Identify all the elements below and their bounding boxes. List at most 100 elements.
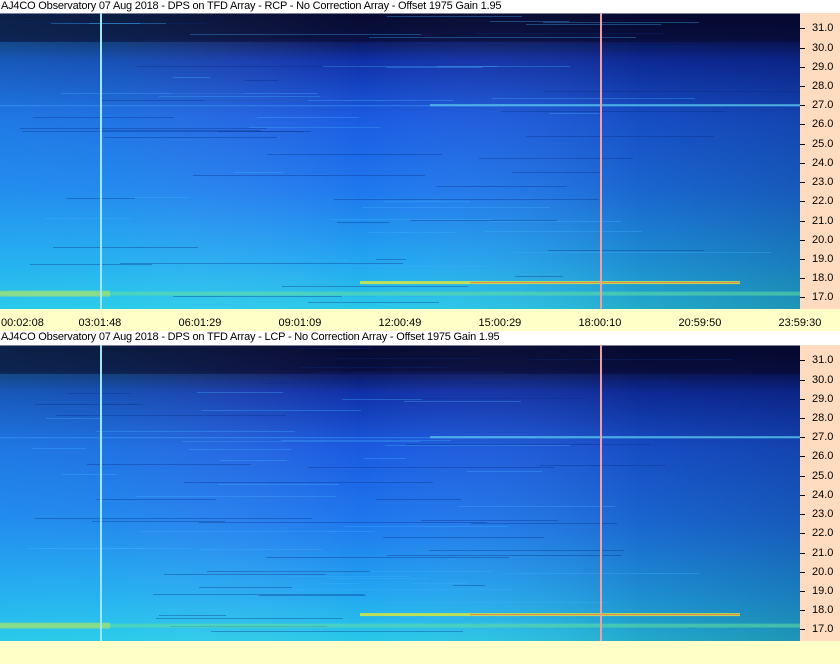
- interference-hotspot-early: [0, 622, 110, 629]
- noise-streak: [376, 499, 461, 500]
- noise-streak: [159, 615, 226, 616]
- noise-streak: [140, 531, 375, 532]
- y-tick: [800, 418, 805, 420]
- y-tick: [800, 239, 805, 241]
- noise-streak: [199, 522, 487, 523]
- noise-streak: [135, 496, 336, 497]
- noise-streak: [257, 117, 359, 118]
- y-tick: [800, 47, 805, 49]
- noise-streak: [544, 91, 800, 92]
- x-tick-label: 00:02:08: [1, 317, 44, 329]
- noise-streak: [263, 383, 509, 384]
- noise-streak: [362, 207, 550, 208]
- noise-streak: [218, 131, 303, 132]
- noise-streak: [404, 401, 521, 402]
- noise-streak: [182, 441, 420, 442]
- noise-streak: [526, 136, 714, 137]
- noise-streak: [484, 231, 642, 232]
- y-tick: [800, 533, 805, 535]
- noise-streak: [421, 520, 558, 521]
- noise-streak: [436, 186, 567, 187]
- y-tick: [800, 66, 805, 68]
- noise-streak: [104, 137, 277, 138]
- rcp-panel-title: AJ4CO Observatory 07 Aug 2018 - DPS on T…: [1, 0, 502, 12]
- interference-line-27mhz: [0, 105, 800, 107]
- y-tick-label: 20.0: [812, 233, 834, 246]
- y-tick: [800, 552, 805, 554]
- noise-streak: [300, 367, 450, 368]
- marker-line-cyan: [99, 345, 102, 641]
- noise-streak: [199, 549, 322, 550]
- noise-streak: [46, 418, 101, 419]
- noise-streak: [453, 585, 485, 586]
- interference-hotspot-early: [0, 290, 110, 297]
- noise-streak: [220, 460, 287, 461]
- noise-streak: [33, 117, 174, 118]
- noise-streak: [159, 96, 320, 97]
- interference-band-17-2mhz: [0, 623, 800, 628]
- noise-streak: [342, 399, 422, 400]
- rcp-frequency-axis: 31.0 30.0 29.0 28.0 27.0 26.0 25.0 24.0 23.0 22.0…: [800, 13, 840, 309]
- x-tick-label: 23:59:30: [778, 317, 822, 329]
- y-tick-label: 25.0: [812, 469, 834, 482]
- noise-streak: [96, 431, 295, 432]
- noise-streak: [501, 111, 726, 112]
- noise-streak: [173, 296, 342, 297]
- lcp-frequency-axis: 31.0 30.0 29.0 28.0 27.0 26.0 25.0 24.0 23.0 22.0…: [800, 345, 840, 641]
- y-tick: [800, 571, 805, 573]
- noise-streak: [429, 550, 624, 551]
- noise-streak: [20, 128, 267, 129]
- noise-streak: [343, 526, 508, 527]
- noise-streak: [56, 415, 286, 416]
- marker-line-pink: [600, 345, 603, 641]
- y-tick-label: 21.0: [812, 214, 834, 227]
- noise-streak: [35, 404, 143, 405]
- y-tick: [800, 398, 805, 400]
- noise-streak: [530, 359, 733, 360]
- noise-streak: [266, 557, 509, 558]
- noise-streak: [120, 263, 403, 264]
- noise-streak: [51, 23, 166, 24]
- marker-line-pink: [600, 13, 603, 309]
- noise-streak: [61, 93, 317, 94]
- noise-streak: [383, 537, 544, 538]
- y-tick: [800, 610, 805, 612]
- noise-streak: [531, 380, 668, 381]
- noise-streak: [385, 398, 583, 399]
- noise-streak: [543, 22, 699, 23]
- noise-streak: [35, 518, 312, 519]
- y-tick: [800, 162, 805, 164]
- noise-streak: [184, 482, 433, 483]
- y-tick-label: 20.0: [812, 565, 834, 578]
- noise-streak: [190, 34, 421, 35]
- noise-streak: [101, 100, 308, 101]
- noise-streak: [351, 266, 487, 267]
- noise-streak: [532, 46, 711, 47]
- y-tick: [800, 28, 805, 30]
- rcp-spectrogram: [0, 13, 800, 309]
- panel-border: [0, 13, 800, 14]
- interference-core-17-8mhz: [470, 282, 740, 284]
- y-tick-label: 22.0: [812, 195, 834, 208]
- noise-streak: [173, 77, 210, 78]
- y-tick: [800, 124, 805, 126]
- y-tick-label: 24.0: [812, 156, 834, 169]
- noise-streak: [512, 172, 600, 173]
- y-tick-label: 19.0: [812, 253, 834, 266]
- y-tick-label: 29.0: [812, 392, 834, 405]
- y-tick-label: 17.0: [812, 623, 834, 636]
- interference-line-27mhz: [0, 437, 800, 439]
- noise-streak: [466, 382, 686, 383]
- y-tick-label: 21.0: [812, 546, 834, 559]
- noise-streak: [129, 197, 190, 198]
- noise-streak: [45, 218, 132, 219]
- noise-streak: [197, 392, 283, 393]
- noise-streak: [207, 571, 370, 572]
- y-tick-label: 30.0: [812, 373, 834, 386]
- noise-streak: [308, 302, 439, 303]
- noise-streak: [87, 464, 251, 465]
- noise-streak: [479, 158, 633, 159]
- noise-streak: [164, 574, 326, 575]
- noise-streak: [364, 458, 406, 459]
- noise-streak: [308, 467, 554, 468]
